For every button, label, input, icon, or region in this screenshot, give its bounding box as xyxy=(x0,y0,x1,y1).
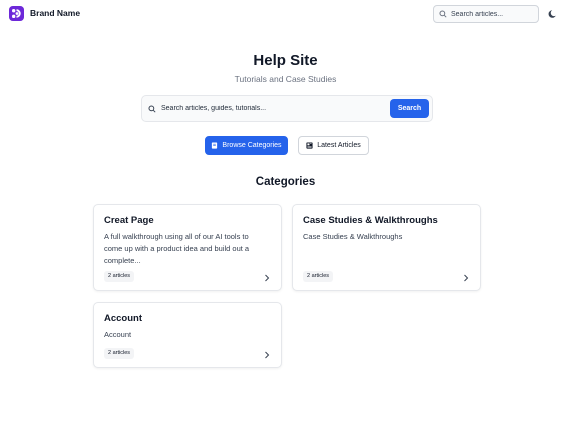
search-icon xyxy=(439,10,447,18)
page-title: Help Site xyxy=(253,52,318,69)
category-title: Creat Page xyxy=(104,215,154,226)
article-count-badge: 2 articles xyxy=(104,271,135,282)
chevron-right-icon xyxy=(464,274,469,282)
article-count-badge: 2 articles xyxy=(303,271,334,282)
category-description: Account xyxy=(104,330,132,339)
category-title: Case Studies & Walkthroughs xyxy=(303,215,438,226)
article-count-badge: 2 articles xyxy=(104,348,135,359)
latest-articles-button[interactable]: Latest Articles xyxy=(298,136,369,155)
main-search[interactable]: Search xyxy=(141,95,433,122)
page-subtitle: Tutorials and Case Studies xyxy=(234,74,337,84)
chevron-right-icon xyxy=(265,274,270,282)
newspaper-icon xyxy=(306,142,313,149)
brand-logo-icon xyxy=(9,6,24,21)
category-card[interactable]: Case Studies & Walkthroughs Case Studies… xyxy=(292,204,481,291)
search-button[interactable]: Search xyxy=(390,99,429,118)
header-search-input[interactable] xyxy=(451,10,537,18)
book-icon xyxy=(212,142,218,149)
category-title: Account xyxy=(104,313,142,324)
main-search-input[interactable] xyxy=(161,105,381,112)
search-icon xyxy=(148,104,156,113)
category-card[interactable]: Account Account 2 articles xyxy=(93,302,282,368)
browse-categories-label: Browse Categories xyxy=(222,142,282,149)
top-header: Brand Name xyxy=(0,0,571,28)
browse-categories-button[interactable]: Browse Categories xyxy=(205,136,288,155)
brand-name: Brand Name xyxy=(30,8,81,18)
chevron-right-icon xyxy=(265,351,270,359)
moon-icon[interactable] xyxy=(548,9,558,19)
brand[interactable]: Brand Name xyxy=(9,6,80,21)
category-description: Case Studies & Walkthroughs xyxy=(303,232,403,241)
header-search[interactable] xyxy=(433,5,539,23)
latest-articles-label: Latest Articles xyxy=(317,142,361,149)
category-description: A full walkthrough using all of our AI t… xyxy=(104,232,250,265)
category-card[interactable]: Creat Page A full walkthrough using all … xyxy=(93,204,282,291)
categories-heading: Categories xyxy=(255,176,316,188)
